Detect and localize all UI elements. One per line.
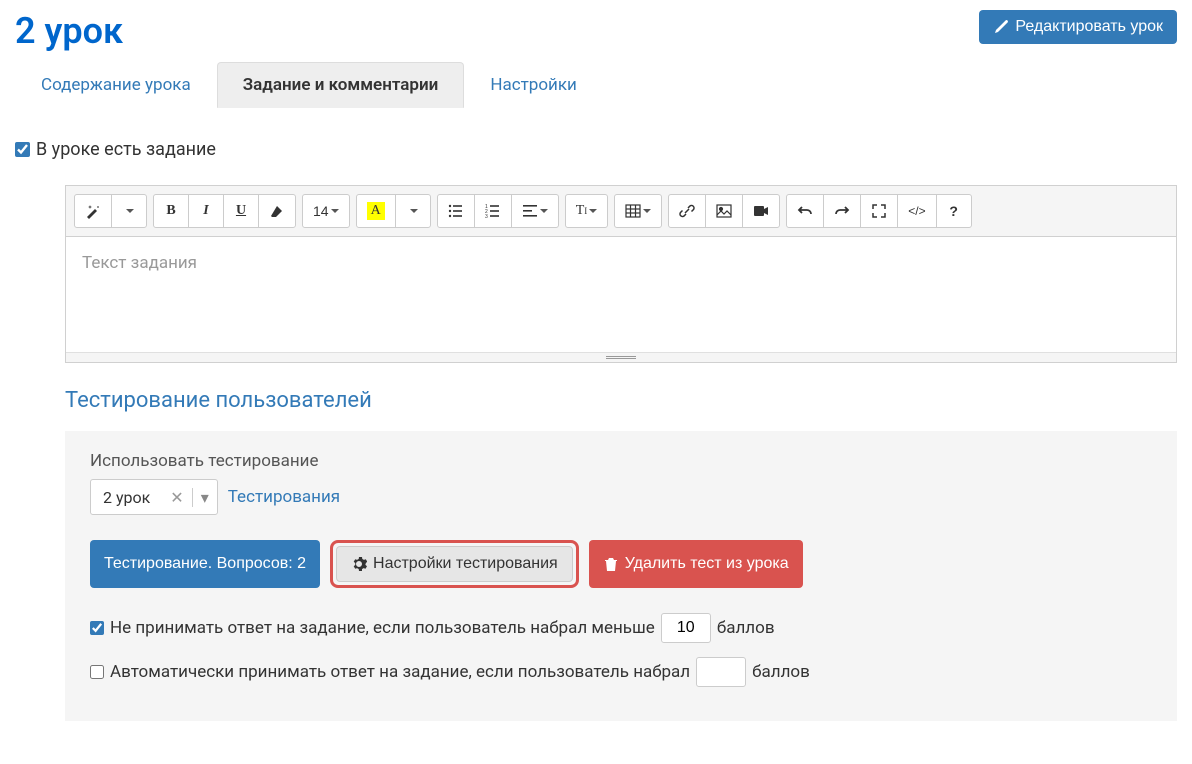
- tab-task-comments[interactable]: Задание и комментарии: [217, 62, 465, 108]
- video-icon: [753, 203, 769, 219]
- image-icon: [716, 203, 732, 219]
- trash-icon: [603, 556, 619, 572]
- delete-test-label: Удалить тест из урока: [625, 555, 789, 573]
- color-button[interactable]: A: [356, 194, 396, 228]
- image-button[interactable]: [705, 194, 743, 228]
- editor-resize-handle[interactable]: [66, 352, 1176, 362]
- rich-text-editor: B I U 14 A 123 TI: [65, 185, 1177, 363]
- redo-button[interactable]: [823, 194, 861, 228]
- test-settings-button[interactable]: Настройки тестирования: [336, 546, 573, 582]
- delete-test-button[interactable]: Удалить тест из урока: [589, 540, 803, 588]
- min-score-checkbox[interactable]: [90, 621, 104, 635]
- magic-dropdown[interactable]: [111, 194, 147, 228]
- min-score-label-before: Не принимать ответ на задание, если поль…: [110, 618, 655, 638]
- ul-button[interactable]: [437, 194, 475, 228]
- code-button[interactable]: </>: [897, 194, 936, 228]
- auto-accept-checkbox[interactable]: [90, 665, 104, 679]
- highlight-box: Настройки тестирования: [330, 540, 579, 588]
- fullscreen-button[interactable]: [860, 194, 898, 228]
- tab-settings[interactable]: Настройки: [464, 62, 603, 108]
- auto-accept-input[interactable]: [696, 657, 746, 687]
- testing-panel: Использовать тестирование 2 урок ✕ ▾ Тес…: [65, 431, 1177, 721]
- has-task-label: В уроке есть задание: [36, 139, 216, 160]
- eraser-button[interactable]: [258, 194, 296, 228]
- svg-text:3: 3: [485, 214, 488, 219]
- redo-icon: [834, 203, 850, 219]
- bold-button[interactable]: B: [153, 194, 189, 228]
- ol-icon: 123: [485, 203, 501, 219]
- align-button[interactable]: [511, 194, 559, 228]
- undo-button[interactable]: [786, 194, 824, 228]
- align-icon: [522, 203, 538, 219]
- fontsize-button[interactable]: 14: [302, 194, 350, 228]
- link-button[interactable]: [668, 194, 706, 228]
- heading-button[interactable]: TI: [565, 194, 609, 228]
- test-settings-label: Настройки тестирования: [373, 555, 558, 573]
- test-info-button[interactable]: Тестирование. Вопросов: 2: [90, 540, 320, 588]
- magic-icon: [85, 203, 101, 219]
- link-icon: [679, 203, 695, 219]
- min-score-input[interactable]: [661, 613, 711, 643]
- editor-toolbar: B I U 14 A 123 TI: [66, 186, 1176, 237]
- fontsize-value: 14: [313, 203, 329, 219]
- has-task-checkbox[interactable]: [15, 142, 30, 157]
- auto-accept-label-after: баллов: [752, 662, 810, 682]
- testing-section-title: Тестирование пользователей: [65, 388, 1177, 413]
- color-icon: A: [367, 202, 385, 220]
- page-title: 2 урок: [15, 10, 123, 52]
- color-dropdown[interactable]: [395, 194, 431, 228]
- ol-button[interactable]: 123: [474, 194, 512, 228]
- min-score-label-after: баллов: [717, 618, 775, 638]
- test-select-clear[interactable]: ✕: [162, 488, 191, 507]
- undo-icon: [797, 203, 813, 219]
- tabs: Содержание урока Задание и комментарии Н…: [15, 62, 1177, 109]
- eraser-icon: [269, 203, 285, 219]
- test-select-arrow[interactable]: ▾: [192, 488, 217, 507]
- table-icon: [625, 203, 641, 219]
- edit-lesson-button[interactable]: Редактировать урок: [979, 10, 1177, 44]
- italic-button[interactable]: I: [188, 194, 224, 228]
- magic-button[interactable]: [74, 194, 112, 228]
- gear-icon: [351, 556, 367, 572]
- edit-icon: [993, 19, 1009, 35]
- auto-accept-label-before: Автоматически принимать ответ на задание…: [110, 662, 690, 682]
- table-button[interactable]: [614, 194, 662, 228]
- test-select[interactable]: 2 урок ✕ ▾: [90, 479, 218, 515]
- editor-body[interactable]: Текст задания: [66, 237, 1176, 352]
- ul-icon: [448, 203, 464, 219]
- underline-button[interactable]: U: [223, 194, 259, 228]
- tab-content[interactable]: Содержание урока: [15, 62, 217, 108]
- fullscreen-icon: [871, 203, 887, 219]
- edit-lesson-label: Редактировать урок: [1015, 18, 1163, 36]
- tests-link[interactable]: Тестирования: [228, 487, 340, 507]
- help-button[interactable]: ?: [936, 194, 972, 228]
- video-button[interactable]: [742, 194, 780, 228]
- use-testing-label: Использовать тестирование: [90, 451, 1152, 471]
- test-select-value: 2 урок: [91, 482, 162, 513]
